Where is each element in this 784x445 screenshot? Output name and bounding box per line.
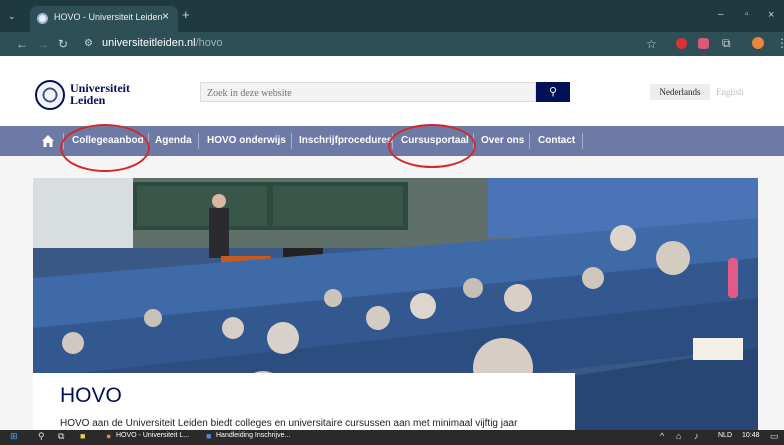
site-search[interactable] (200, 82, 536, 103)
nav-divider (529, 133, 530, 149)
tray-network-icon[interactable]: ⌂ (676, 431, 681, 441)
minimize-button[interactable]: – (718, 9, 724, 21)
url-host: universiteitleiden.nl (102, 37, 196, 49)
taskbar-search-icon[interactable]: ⚲ (38, 431, 45, 442)
back-icon[interactable]: ← (16, 38, 28, 50)
browser-tab[interactable]: HOVO - Universiteit Leiden × (30, 6, 178, 32)
annotation-circle-collegeaanbod (60, 124, 150, 172)
nav-item-agenda[interactable]: Agenda (155, 126, 192, 156)
notifications-icon[interactable]: ▭ (770, 431, 779, 442)
language-english[interactable]: English (716, 84, 744, 100)
page-title: HOVO (60, 384, 122, 407)
clock[interactable]: 10:48 (742, 432, 760, 439)
maximize-button[interactable]: ▫ (745, 9, 749, 21)
taskbar-app-browser[interactable]: HOVO - Universiteit L... (116, 432, 189, 439)
tab-close-icon[interactable]: × (162, 9, 169, 23)
nav-item-over-ons[interactable]: Over ons (481, 126, 524, 156)
nav-item-contact[interactable]: Contact (538, 126, 575, 156)
new-tab-button[interactable]: + (182, 8, 190, 21)
extension-icon[interactable] (676, 38, 687, 49)
bookmark-star-icon[interactable]: ☆ (646, 38, 657, 50)
menu-kebab-icon[interactable]: ⋮ (776, 37, 784, 49)
nav-divider (198, 133, 199, 149)
profile-avatar[interactable] (752, 37, 764, 49)
forward-icon[interactable]: → (37, 38, 49, 50)
file-explorer-icon[interactable]: ■ (80, 431, 85, 441)
chrome-app-icon[interactable]: ● (106, 431, 111, 441)
search-input[interactable] (201, 84, 521, 103)
university-logo-text[interactable]: Universiteit Leiden (70, 82, 130, 106)
search-button[interactable]: ⚲ (536, 82, 570, 102)
task-view-icon[interactable]: ⧉ (58, 431, 64, 442)
nav-divider (291, 133, 292, 149)
shield-extension-icon[interactable] (698, 38, 709, 49)
reload-icon[interactable]: ↻ (58, 38, 68, 50)
logo-line-2: Leiden (70, 93, 106, 107)
intro-text: HOVO aan de Universiteit Leiden biedt co… (60, 418, 518, 429)
tray-volume-icon[interactable]: ♪ (694, 431, 699, 441)
address-bar[interactable]: ⚙ universiteitleiden.nl/hovo (76, 35, 596, 53)
tray-language[interactable]: NLD (718, 432, 732, 439)
window-close-button[interactable]: × (768, 9, 774, 21)
search-icon: ⚲ (548, 86, 558, 98)
url-path: /hovo (195, 37, 223, 49)
tab-search-icon[interactable]: ⌄ (8, 10, 16, 22)
language-nederlands[interactable]: Nederlands (650, 84, 710, 100)
word-app-icon[interactable]: ■ (206, 431, 211, 441)
nav-item-hovo-onderwijs[interactable]: HOVO onderwijs (207, 126, 286, 156)
site-info-icon[interactable]: ⚙ (84, 38, 93, 50)
tray-chevron-icon[interactable]: ^ (660, 431, 664, 441)
tab-title: HOVO - Universiteit Leiden (54, 12, 163, 22)
windows-start-icon[interactable]: ⊞ (10, 431, 18, 442)
home-icon[interactable] (41, 126, 55, 156)
annotation-circle-cursusportaal (388, 124, 476, 168)
university-seal-logo[interactable] (35, 80, 65, 110)
nav-divider (582, 133, 583, 149)
nav-item-inschrijfprocedures[interactable]: Inschrijfprocedures (299, 126, 392, 156)
taskbar-app-document[interactable]: Handleiding Inschrijve... (216, 432, 290, 439)
favicon-icon (37, 13, 48, 24)
extensions-puzzle-icon[interactable]: ⧉ (722, 37, 731, 49)
